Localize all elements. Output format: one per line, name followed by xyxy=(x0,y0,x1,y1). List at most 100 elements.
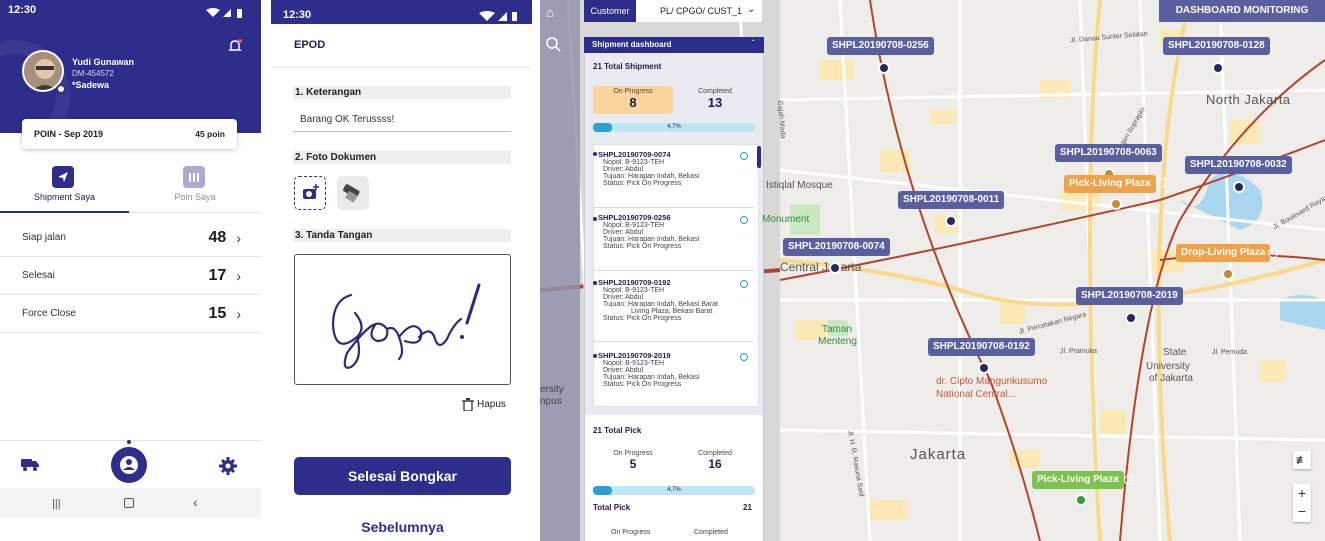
target-icon[interactable] xyxy=(740,353,748,361)
bullet xyxy=(593,281,597,285)
item-nopol: Nopol: B-9123-TEH xyxy=(603,222,665,229)
truck-icon[interactable] xyxy=(20,457,40,471)
item-driver: Driver: Abdul xyxy=(603,166,644,173)
place-cipto-2: National Central... xyxy=(936,389,1017,400)
zoom-in-icon[interactable]: + xyxy=(1293,484,1311,503)
search-icon[interactable] xyxy=(545,36,561,57)
list-item[interactable]: SHPL20190709-0074 Nopol: B-9123-TEH Driv… xyxy=(594,150,754,208)
points-card[interactable]: POIN - Sep 2019 45 poin xyxy=(22,119,237,149)
truck-marker-icon[interactable] xyxy=(878,62,890,74)
customer-select[interactable]: PL/ CPGO/ CUST_1 xyxy=(636,0,762,22)
chevron-down-icon[interactable]: ⌄ xyxy=(747,4,755,15)
recents-icon[interactable]: ||| xyxy=(52,498,61,510)
item-nopol: Nopol: B-9123-TEH xyxy=(603,159,665,166)
tab-shipment[interactable]: Shipment Saya xyxy=(0,155,129,213)
parking-marker-icon[interactable] xyxy=(1075,494,1087,506)
shipment-pin-label[interactable]: SHPL20190708-0063 xyxy=(1055,144,1162,162)
completed-box[interactable]: Completed 13 xyxy=(675,86,755,114)
stat-row-force-close[interactable]: Force Close 15 › xyxy=(0,295,261,333)
back-icon[interactable]: ‹ xyxy=(193,494,198,510)
shipment-pin-label[interactable]: SHPL20190708-0128 xyxy=(1163,37,1270,55)
stat-value: 17 xyxy=(208,266,227,284)
pick-location-label[interactable]: Pick-Living Plaza xyxy=(1032,471,1124,489)
document-photo-thumbnail[interactable] xyxy=(337,176,369,210)
item-status: Status: Pick On Progress xyxy=(603,381,682,388)
home-icon[interactable] xyxy=(124,498,134,508)
tab-poin[interactable]: Poin Saya xyxy=(129,155,261,213)
shipment-pin-label[interactable]: SHPL20190708-0074 xyxy=(783,238,890,256)
shipment-pin-label[interactable]: SHPL20190708-2019 xyxy=(1076,287,1183,305)
stat-value: 15 xyxy=(208,304,227,322)
android-nav-bar: ||| ‹ xyxy=(0,488,261,518)
truck-marker-icon[interactable] xyxy=(829,262,841,274)
op-value: 8 xyxy=(629,95,637,110)
item-nopol: Nopol: B-9123-TEH xyxy=(603,287,665,294)
profile-name: Yudi Gunawan xyxy=(72,57,135,67)
truck-marker-icon[interactable] xyxy=(1125,312,1137,324)
signature-pad[interactable] xyxy=(294,254,511,385)
dashboard-monitoring-button[interactable]: DASHBOARD MONITORING xyxy=(1159,0,1325,22)
zoom-out-icon[interactable]: − xyxy=(1293,503,1311,522)
truck-marker-icon[interactable] xyxy=(978,362,990,374)
selesai-bongkar-button[interactable]: Selesai Bongkar xyxy=(294,457,511,495)
sebelumnya-link[interactable]: Sebelumnya xyxy=(294,519,511,535)
shipment-pin-label[interactable]: SHPL20190708-0256 xyxy=(827,37,934,55)
home-icon[interactable]: ⌂ xyxy=(546,5,554,20)
truck-marker-icon[interactable] xyxy=(1233,181,1245,193)
progress-text: 4,7% xyxy=(667,487,681,493)
drop-location-label[interactable]: Drop-Living Plaza xyxy=(1176,244,1271,262)
layers-icon[interactable]: ≢ xyxy=(1293,451,1311,469)
pick-location-label[interactable]: Pick-Living Plaza xyxy=(1064,175,1156,193)
points-label: POIN - Sep 2019 xyxy=(34,129,104,139)
item-id: SHPL20190709-0256 xyxy=(598,213,671,222)
target-icon[interactable] xyxy=(740,152,748,160)
shipment-pin-label[interactable]: SHPL20190708-0011 xyxy=(898,191,1005,209)
profile-nav-button[interactable] xyxy=(111,447,147,483)
check-icon xyxy=(1268,248,1278,258)
stat-row-siap-jalan[interactable]: Siap jalan 48 › xyxy=(0,219,261,257)
left-rail xyxy=(540,0,580,541)
add-photo-button[interactable] xyxy=(294,176,326,210)
status-icons xyxy=(479,9,525,21)
target-icon[interactable] xyxy=(740,280,748,288)
bullet xyxy=(593,354,597,358)
status-time: 12:30 xyxy=(283,9,312,21)
place-campus-partial: npus xyxy=(540,396,562,407)
pick-completed[interactable]: Completed 16 xyxy=(675,450,755,471)
bell-icon[interactable] xyxy=(228,39,242,53)
list-item[interactable]: SHPL20190709-2019 Nopol: B-9123-TEH Driv… xyxy=(594,351,754,405)
user-icon xyxy=(120,456,138,474)
avatar-badge-icon xyxy=(56,84,66,94)
section-foto: 2. Foto Dokumen xyxy=(293,151,511,164)
truck-marker-icon[interactable] xyxy=(1212,62,1224,74)
pick-on-progress[interactable]: On Progress 5 xyxy=(593,450,673,471)
stat-row-selesai[interactable]: Selesai 17 › xyxy=(0,257,261,295)
road-pramuka: Jl. Pramuka xyxy=(1060,348,1097,355)
list-item[interactable]: SHPL20190709-0192 Nopol: B-9123-TEH Driv… xyxy=(594,278,754,342)
item-status: Status: Pick On Progress xyxy=(603,243,682,250)
tab-poin-label: Poin Saya xyxy=(174,192,216,202)
gear-icon[interactable] xyxy=(219,457,237,475)
section-keterangan: 1. Keterangan xyxy=(293,86,511,99)
zoom-control: + − xyxy=(1293,484,1311,522)
op-label-2: On Progress xyxy=(611,529,651,536)
pick-c-label: Completed xyxy=(698,450,732,457)
delete-signature-button[interactable]: Hapus xyxy=(462,398,506,411)
shipment-pin-label[interactable]: SHPL20190708-0032 xyxy=(1185,156,1292,174)
keterangan-input[interactable]: Barang OK Terussss! xyxy=(293,108,511,132)
profile-place: *Sadewa xyxy=(72,80,110,90)
parking-marker-icon[interactable] xyxy=(1222,268,1234,280)
shipment-pin-label[interactable]: SHPL20190708-0192 xyxy=(928,338,1035,356)
truck-marker-icon[interactable] xyxy=(945,215,957,227)
list-scrollbar[interactable] xyxy=(757,146,761,168)
collapse-icon[interactable]: ˆ xyxy=(752,39,755,48)
list-item[interactable]: SHPL20190709-0256 Nopol: B-9123-TEH Driv… xyxy=(594,213,754,271)
active-dot xyxy=(127,440,131,444)
item-tujuan: Tujuan: Harapan Indah, Bekasi Barat xyxy=(603,301,718,308)
parking-marker-icon[interactable] xyxy=(1110,198,1122,210)
place-of-jakarta: of Jakarta xyxy=(1149,373,1193,384)
c-label-2: Completed xyxy=(694,529,728,536)
target-icon[interactable] xyxy=(740,216,748,224)
place-north-jakarta: North Jakarta xyxy=(1206,92,1291,107)
on-progress-box[interactable]: On Progress 8 xyxy=(593,86,673,114)
